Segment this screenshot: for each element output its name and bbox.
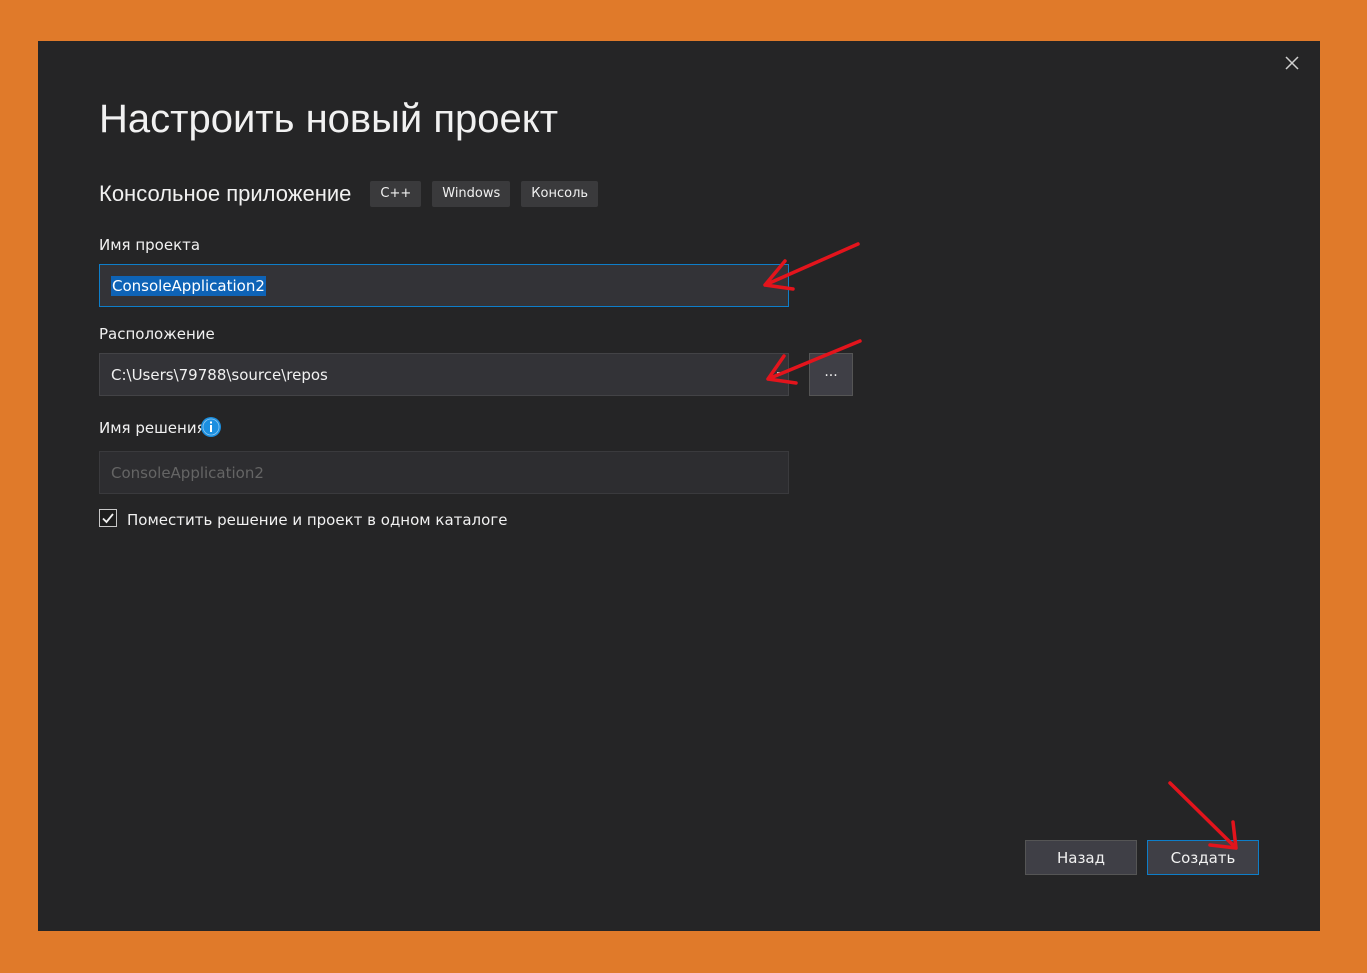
- create-button[interactable]: Создать: [1147, 840, 1259, 875]
- info-icon[interactable]: [200, 416, 222, 438]
- new-project-dialog: Настроить новый проект Консольное прилож…: [38, 41, 1320, 931]
- close-icon[interactable]: [1280, 51, 1304, 75]
- back-button[interactable]: Назад: [1025, 840, 1137, 875]
- location-value: C:\Users\79788\source\repos: [111, 365, 328, 384]
- location-label: Расположение: [99, 325, 215, 343]
- page-title: Настроить новый проект: [99, 97, 559, 141]
- same-directory-label[interactable]: Поместить решение и проект в одном катал…: [127, 511, 507, 529]
- template-header: Консольное приложение C++ Windows Консол…: [99, 179, 609, 209]
- project-name-label: Имя проекта: [99, 236, 201, 254]
- solution-name-input[interactable]: ConsoleApplication2: [99, 451, 789, 494]
- browse-button[interactable]: ...: [809, 353, 853, 396]
- solution-name-label: Имя решения: [99, 419, 206, 437]
- checkmark-icon: [102, 513, 114, 524]
- solution-name-placeholder: ConsoleApplication2: [111, 463, 264, 482]
- tag-platform: Windows: [432, 181, 511, 207]
- location-combobox[interactable]: C:\Users\79788\source\repos: [99, 353, 789, 396]
- project-name-input[interactable]: ConsoleApplication2: [99, 264, 789, 307]
- template-name: Консольное приложение: [99, 181, 352, 206]
- tag-project-type: Консоль: [521, 181, 599, 207]
- tag-language: C++: [370, 181, 422, 207]
- project-name-value: ConsoleApplication2: [111, 275, 266, 296]
- same-directory-checkbox[interactable]: [99, 509, 117, 527]
- dropdown-icon[interactable]: [777, 372, 780, 375]
